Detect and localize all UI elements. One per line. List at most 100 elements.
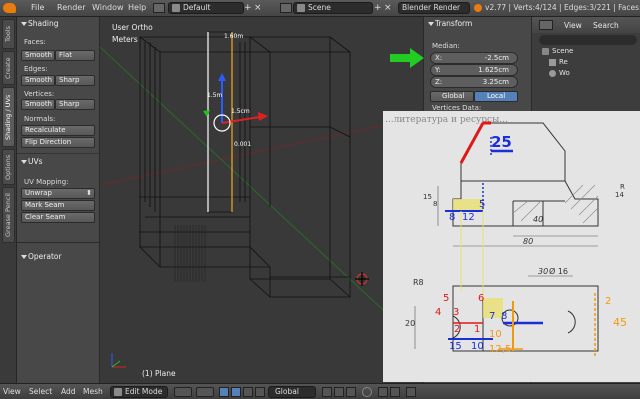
clear-seam-button[interactable]: Clear Seam bbox=[21, 212, 95, 223]
red-slope-edge bbox=[459, 122, 485, 164]
snap-icon[interactable] bbox=[378, 387, 388, 397]
edges-smooth-button[interactable]: Smooth bbox=[21, 75, 55, 86]
median-x-field[interactable]: X: -2.5cm bbox=[430, 52, 518, 64]
outliner-type-icon[interactable] bbox=[539, 20, 553, 30]
layout-icon bbox=[172, 4, 180, 12]
faces-flat-button[interactable]: Flat bbox=[55, 50, 95, 61]
translate-icon[interactable] bbox=[231, 387, 241, 397]
render-engine-selector[interactable]: Blender Render bbox=[398, 2, 470, 14]
x-value: -2.5cm bbox=[484, 54, 509, 62]
scale-icon[interactable] bbox=[255, 387, 265, 397]
stats-text: v2.77 | Verts:4/124 | Edges:3/221 | Face… bbox=[485, 3, 640, 12]
outliner-search-field[interactable] bbox=[539, 35, 637, 45]
mode-selector[interactable]: Edit Mode bbox=[110, 386, 168, 398]
edges-label: Edges: bbox=[24, 65, 48, 73]
orientation-selector[interactable]: Global bbox=[268, 386, 316, 398]
median-label: Median: bbox=[432, 42, 460, 50]
edges-sharp-button[interactable]: Sharp bbox=[55, 75, 95, 86]
menu-window[interactable]: Window bbox=[92, 3, 124, 12]
scene-name: Scene bbox=[308, 3, 331, 12]
snap-target-icon[interactable] bbox=[390, 387, 400, 397]
outliner-search-menu[interactable]: Search bbox=[593, 21, 619, 30]
dim-r-label: R bbox=[620, 183, 625, 191]
layer-icon-2[interactable] bbox=[334, 387, 344, 397]
median-z-field[interactable]: Z: 3.25cm bbox=[430, 76, 518, 88]
recalculate-button[interactable]: Recalculate bbox=[21, 125, 95, 136]
blender-logo-icon[interactable] bbox=[3, 3, 16, 13]
y-arrow-icon bbox=[203, 110, 210, 117]
outliner-view-menu[interactable]: View bbox=[564, 21, 582, 30]
unwrap-dropdown[interactable]: Unwrap ⬍ bbox=[21, 188, 95, 199]
local-toggle[interactable]: Local bbox=[474, 91, 518, 102]
point-6-label: 6 bbox=[478, 293, 485, 304]
pivot-point-icon[interactable] bbox=[196, 387, 214, 397]
3d-viewport[interactable]: User Ortho Meters 1.60m 1.5m 1.5cm 0.001… bbox=[100, 17, 423, 383]
y-value: 1.625cm bbox=[478, 66, 509, 74]
3d-cursor-icon bbox=[355, 272, 369, 286]
rotate-icon[interactable] bbox=[243, 387, 253, 397]
outliner-item-1[interactable]: Re bbox=[559, 58, 568, 66]
layout-selector[interactable]: Default bbox=[168, 2, 244, 14]
menu-add[interactable]: Add bbox=[61, 387, 76, 396]
menu-file[interactable]: File bbox=[31, 3, 44, 12]
shading-panel-header[interactable]: Shading bbox=[19, 18, 97, 30]
tool-shelf: Shading Faces: Smooth Flat Edges: Smooth… bbox=[17, 17, 100, 383]
dim-8a-label: 8 bbox=[433, 200, 438, 208]
tab-create[interactable]: Create bbox=[2, 51, 15, 85]
green-arrow-icon bbox=[390, 48, 424, 68]
dim-30-label: 30 bbox=[538, 267, 549, 276]
vertices-sharp-button[interactable]: Sharp bbox=[55, 99, 95, 110]
global-toggle[interactable]: Global bbox=[430, 91, 474, 102]
faces-smooth-button[interactable]: Smooth bbox=[21, 50, 55, 61]
point-4-label: 4 bbox=[435, 307, 442, 318]
tab-shading-uvs[interactable]: Shading / UVs bbox=[2, 87, 15, 147]
dim-10-orange-label: 10 bbox=[489, 329, 502, 340]
technical-drawing bbox=[414, 121, 599, 356]
axis-gizmo-icon bbox=[111, 353, 126, 368]
add-scene-button[interactable]: + bbox=[374, 3, 383, 13]
add-layout-button[interactable]: + bbox=[244, 3, 253, 13]
outliner-scene-item[interactable]: Scene bbox=[552, 47, 573, 55]
layer-icon-3[interactable] bbox=[346, 387, 356, 397]
dim-45-label: 45 bbox=[613, 316, 627, 329]
menu-help[interactable]: Help bbox=[128, 3, 146, 12]
menu-mesh[interactable]: Mesh bbox=[83, 387, 103, 396]
manipulator-toggle-icon[interactable] bbox=[219, 387, 229, 397]
vertices-smooth-button[interactable]: Smooth bbox=[21, 99, 55, 110]
layer-icon-1[interactable] bbox=[322, 387, 332, 397]
menu-select[interactable]: Select bbox=[29, 387, 52, 396]
scene-icon[interactable] bbox=[280, 3, 292, 13]
transform-panel-header[interactable]: Transform bbox=[426, 18, 504, 30]
dim-12-5-label: 12,5 bbox=[489, 344, 512, 355]
dropdown-arrow-icon: ⬍ bbox=[86, 189, 92, 197]
x-label: X: bbox=[435, 54, 443, 62]
flip-direction-button[interactable]: Flip Direction bbox=[21, 137, 95, 148]
dim-20-label: 20 bbox=[405, 319, 416, 328]
viewport-shading-icon[interactable] bbox=[174, 387, 192, 397]
y-label: Y: bbox=[435, 66, 441, 74]
tab-options[interactable]: Options bbox=[2, 149, 15, 185]
uvs-panel-header[interactable]: UVs bbox=[19, 156, 97, 168]
viewport-header: View Select Add Mesh Edit Mode Global bbox=[0, 383, 640, 399]
outliner-item-2[interactable]: Wo bbox=[559, 69, 570, 77]
tab-grease-pencil[interactable]: Grease Pencil bbox=[2, 187, 15, 243]
median-y-field[interactable]: Y: 1.625cm bbox=[430, 64, 518, 76]
dim-15b-label: 15 bbox=[449, 341, 462, 352]
remove-scene-button[interactable]: × bbox=[384, 3, 393, 13]
screen-layout-icon[interactable] bbox=[153, 3, 165, 13]
dim-8b-label: 8 bbox=[449, 212, 456, 223]
mesh-wireframe[interactable] bbox=[100, 17, 423, 383]
remove-layout-button[interactable]: × bbox=[254, 3, 263, 13]
z-value: 3.25cm bbox=[482, 78, 509, 86]
tab-tools[interactable]: Tools bbox=[2, 19, 15, 49]
point-3-label: 3 bbox=[453, 307, 460, 318]
proportional-edit-icon[interactable] bbox=[362, 387, 372, 397]
mark-seam-button[interactable]: Mark Seam bbox=[21, 200, 95, 211]
render-preview-icon[interactable] bbox=[406, 387, 416, 397]
menu-view[interactable]: View bbox=[3, 387, 21, 396]
scene-tree-icon bbox=[542, 48, 549, 55]
normals-label: Normals: bbox=[24, 115, 56, 123]
operator-panel-header[interactable]: Operator bbox=[19, 251, 97, 263]
menu-render[interactable]: Render bbox=[57, 3, 85, 12]
scene-selector[interactable]: Scene bbox=[293, 2, 373, 14]
